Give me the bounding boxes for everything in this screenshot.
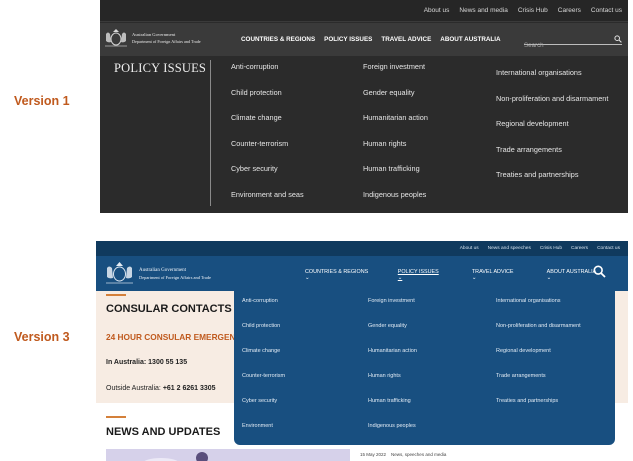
menu-link[interactable]: Counter-terrorism — [231, 139, 304, 165]
menu-link[interactable]: Environment and seas — [231, 190, 304, 213]
menu-link[interactable]: Cyber security — [242, 397, 285, 422]
menu-link[interactable]: Human rights — [368, 372, 417, 397]
coat-of-arms-icon[interactable] — [103, 261, 136, 285]
menu-link[interactable]: Child protection — [231, 88, 304, 114]
utility-bar: About us News and speeches Crisis Hub Ca… — [96, 241, 628, 256]
top-link-contact-us[interactable]: Contact us — [597, 246, 620, 251]
menu-link[interactable]: Foreign investment — [363, 62, 428, 88]
nav-countries-regions[interactable]: COUNTRIES & REGIONS ⌄ — [305, 269, 385, 281]
news-meta: 15 May 2022 News, speeches and media — [360, 452, 447, 457]
policy-issues-dropdown: Anti-corruption Child protection Climate… — [234, 291, 615, 445]
menu-link[interactable]: Trade arrangements — [496, 372, 581, 397]
consular-emergency-title: 24 HOUR CONSULAR EMERGENCY — [106, 332, 248, 342]
menu-link[interactable]: Counter-terrorism — [242, 372, 285, 397]
nav-about-australia[interactable]: ABOUT AUSTRALIA — [440, 36, 500, 43]
top-link-careers[interactable]: Careers — [571, 246, 588, 251]
menu-link[interactable]: Treaties and partnerships — [496, 397, 581, 422]
accent-line — [106, 416, 126, 418]
menu-link[interactable]: Trade arrangements — [496, 145, 608, 171]
top-link-contact-us[interactable]: Contact us — [591, 7, 622, 14]
chevron-down-icon: ⌄ — [305, 275, 310, 281]
version-3-label: Version 3 — [14, 330, 70, 344]
menu-link[interactable]: Treaties and partnerships — [496, 170, 608, 196]
menu-column-1: Anti-corruption Child protection Climate… — [242, 297, 285, 447]
menu-link[interactable]: Human trafficking — [368, 397, 417, 422]
mega-menu-title: POLICY ISSUES — [114, 61, 207, 75]
menu-link[interactable]: Child protection — [242, 322, 285, 347]
menu-link[interactable]: Human rights — [363, 139, 428, 165]
main-navigation: Australian Government Department of Fore… — [100, 23, 628, 56]
menu-link[interactable]: Regional development — [496, 119, 608, 145]
menu-link[interactable]: International organisations — [496, 297, 581, 322]
menu-link[interactable]: Anti-corruption — [242, 297, 285, 322]
menu-link[interactable]: Humanitarian action — [368, 347, 417, 372]
top-link-crisis-hub[interactable]: Crisis Hub — [540, 246, 562, 251]
menu-link[interactable]: Gender equality — [363, 88, 428, 114]
news-image[interactable] — [106, 449, 350, 461]
main-navigation: Australian Government Department of Fore… — [96, 256, 628, 291]
menu-link[interactable]: Anti-corruption — [231, 62, 304, 88]
accent-line — [106, 294, 126, 296]
search-icon[interactable] — [593, 265, 606, 278]
menu-link[interactable]: Environment — [242, 422, 285, 447]
menu-column-3: International organisations Non-prolifer… — [496, 68, 608, 196]
menu-link[interactable]: Non-proliferation and disarmament — [496, 94, 608, 120]
menu-link[interactable]: Indigenous peoples — [368, 422, 417, 447]
menu-link[interactable]: Foreign investment — [368, 297, 417, 322]
menu-link[interactable]: Humanitarian action — [363, 113, 428, 139]
menu-link[interactable]: Climate change — [231, 113, 304, 139]
menu-column-2: Foreign investment Gender equality Human… — [368, 297, 417, 447]
search-icon[interactable] — [614, 35, 622, 43]
version-1-label: Version 1 — [14, 94, 70, 108]
consular-heading: CONSULAR CONTACTS — [106, 303, 232, 315]
menu-column-2: Foreign investment Gender equality Human… — [363, 62, 428, 213]
menu-link[interactable]: Climate change — [242, 347, 285, 372]
top-link-news[interactable]: News and media — [459, 7, 507, 14]
nav-policy-issues[interactable]: POLICY ISSUES ⌄ — [398, 269, 459, 281]
news-heading: NEWS AND UPDATES — [106, 426, 221, 438]
chevron-down-icon: ⌄ — [397, 275, 403, 281]
nav-travel-advice[interactable]: TRAVEL ADVICE ⌄ — [472, 269, 534, 281]
phone-number[interactable]: 1300 55 135 — [148, 359, 187, 366]
version-1-screenshot: About us News and media Crisis Hub Caree… — [100, 0, 628, 213]
menu-column-1: Anti-corruption Child protection Climate… — [231, 62, 304, 213]
search-input[interactable] — [524, 42, 604, 49]
chevron-down-icon: ⌄ — [471, 275, 477, 281]
mega-menu-divider — [210, 60, 211, 206]
menu-link[interactable]: Regional development — [496, 347, 581, 372]
search-box — [524, 34, 622, 49]
department-wordmark[interactable]: Australian Government Department of Fore… — [132, 32, 201, 44]
menu-link[interactable]: Gender equality — [368, 322, 417, 347]
menu-column-3: International organisations Non-prolifer… — [496, 297, 581, 422]
top-link-careers[interactable]: Careers — [558, 7, 581, 14]
chevron-down-icon: ⌄ — [546, 275, 552, 281]
phone-number[interactable]: +61 2 6261 3305 — [163, 385, 216, 392]
nav-countries-regions[interactable]: COUNTRIES & REGIONS — [241, 36, 315, 43]
phone-outside-australia: Outside Australia: +61 2 6261 3305 — [106, 385, 216, 392]
nav-travel-advice[interactable]: TRAVEL ADVICE — [381, 36, 431, 43]
department-wordmark[interactable]: Australian Government Department of Fore… — [139, 268, 211, 280]
menu-link[interactable]: International organisations — [496, 68, 608, 94]
coat-of-arms-icon[interactable] — [103, 28, 129, 48]
menu-link[interactable]: Indigenous peoples — [363, 190, 428, 213]
menu-link[interactable]: Non-proliferation and disarmament — [496, 322, 581, 347]
menu-link[interactable]: Human trafficking — [363, 164, 428, 190]
top-link-about-us[interactable]: About us — [460, 246, 479, 251]
top-link-crisis-hub[interactable]: Crisis Hub — [518, 7, 548, 14]
phone-australia: In Australia: 1300 55 135 — [106, 359, 188, 366]
top-link-news-speeches[interactable]: News and speeches — [488, 246, 531, 251]
menu-link[interactable]: Cyber security — [231, 164, 304, 190]
utility-bar: About us News and media Crisis Hub Caree… — [100, 0, 628, 22]
nav-policy-issues[interactable]: POLICY ISSUES — [324, 36, 372, 43]
version-3-screenshot: About us News and speeches Crisis Hub Ca… — [96, 241, 628, 461]
top-link-about-us[interactable]: About us — [424, 7, 450, 14]
